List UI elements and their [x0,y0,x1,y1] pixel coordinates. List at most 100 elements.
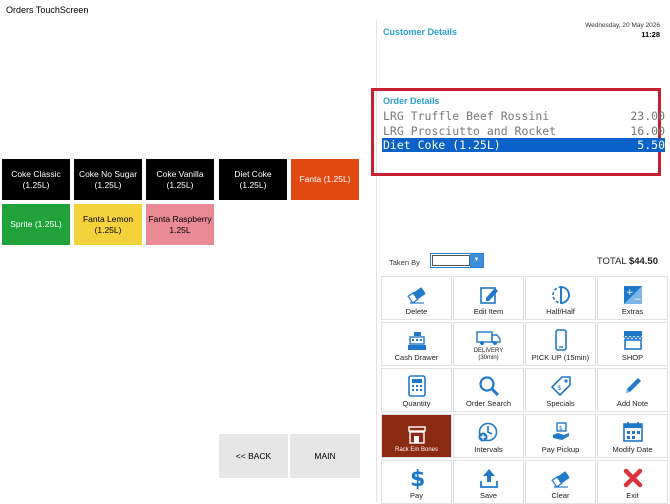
rack-em-bones-label: Rack Em Bones [394,447,439,453]
svg-text:−: − [634,295,642,305]
product-name: Fanta Lemon [82,213,134,224]
delete-label: Delete [405,307,428,316]
half-half-label: Half/Half [546,307,575,316]
product-name: Coke Classic [11,168,61,179]
dollar-icon: $ [410,467,425,489]
shop-icon [622,331,643,350]
order-total: TOTAL $44.50 [597,256,658,267]
intervals-button[interactable]: Intervals [453,414,524,458]
edit-item-label: Edit Item [473,307,504,316]
calendar-icon [622,422,643,442]
edit-item-button[interactable]: Edit Item [453,276,524,320]
specials-button[interactable]: $ Specials [525,368,596,412]
product-name: Fanta Raspberry [148,213,212,224]
current-time: 11:28 [641,30,660,39]
item-price: 5.50 [637,138,665,152]
shop-label: SHOP [621,353,644,362]
item-name: LRG Truffle Beef Rossini [383,109,550,123]
svg-text:$: $ [557,384,561,392]
product-diet-coke[interactable]: Diet Coke (1.25L) [218,158,288,201]
taken-by-select[interactable]: ▼ [430,253,484,268]
chevron-down-icon: ▼ [470,254,483,267]
plus-minus-icon: +− [623,286,642,305]
taken-by-label: Taken By [389,258,420,267]
product-fanta[interactable]: Fanta (1.25L) [290,158,360,201]
order-line-item[interactable]: LRG Truffle Beef Rossini 23.00 [382,109,665,123]
product-size: (1.25L) [94,224,122,235]
cash-register-icon [407,332,426,350]
customer-details-title: Customer Details [383,27,458,37]
svg-text:$: $ [410,467,425,489]
product-name: Coke Vanilla [156,168,204,179]
product-panel: Coke Classic (1.25L) Coke No Sugar (1.25… [0,20,376,502]
delivery-sub-label: (30min) [478,355,499,361]
shop-button[interactable]: SHOP [597,322,668,366]
product-name: Sprite (1.25L) [10,219,62,229]
phone-icon [554,329,567,351]
pay-label: Pay [410,491,423,500]
save-button[interactable]: Save [453,460,524,504]
quantity-button[interactable]: Quantity [381,368,452,412]
product-coke-classic[interactable]: Coke Classic (1.25L) [1,158,71,201]
clear-label: Clear [551,491,570,500]
product-name: Coke No Sugar [78,168,138,179]
product-name: Fanta (1.25L) [299,174,351,184]
main-button[interactable]: MAIN [290,434,360,478]
add-note-label: Add Note [616,399,649,408]
pay-pickup-button[interactable]: $ Pay Pickup [525,414,596,458]
window-title: Orders TouchScreen [0,0,670,20]
order-line-item-selected[interactable]: Diet Coke (1.25L) 5.50 [382,138,665,152]
total-value: $44.50 [628,256,658,267]
svg-text:$: $ [559,425,563,432]
tag-icon: $ [550,376,571,397]
clear-button[interactable]: Clear [525,460,596,504]
order-line-item[interactable]: LRG Prosciutto and Rocket 16.00 [382,124,665,138]
product-coke-vanilla[interactable]: Coke Vanilla (1.25L) [145,158,215,201]
half-circle-icon [551,286,570,304]
cash-drawer-button[interactable]: Cash Drawer [381,322,452,366]
product-size: (1.25L) [94,179,122,190]
pick-up-button[interactable]: PICK UP (15min) [525,322,596,366]
order-search-label: Order Search [465,399,512,408]
delivery-button[interactable]: DELIVERY (30min) [453,322,524,366]
svg-text:+: + [626,288,634,298]
store-icon [407,426,426,444]
current-date: Wednesday, 20 May 2026 [585,22,660,29]
exit-label: Exit [626,491,639,500]
upload-icon [479,469,498,488]
order-search-button[interactable]: Order Search [453,368,524,412]
clock-plus-icon [478,422,497,442]
product-fanta-raspberry[interactable]: Fanta Raspberry 1.25L [145,203,215,246]
pay-button[interactable]: $ Pay [381,460,452,504]
function-grid: Delete Edit Item Half/Half + − Extras Cas… [381,276,670,504]
item-price: 23.00 [630,109,665,123]
pick-up-label: PICK UP (15min) [531,353,590,362]
delete-button[interactable]: Delete [381,276,452,320]
half-half-button[interactable]: Half/Half [525,276,596,320]
pencil-icon [625,378,641,393]
product-coke-no-sugar[interactable]: Coke No Sugar (1.25L) [73,158,143,201]
add-note-button[interactable]: Add Note [597,368,668,412]
rack-em-bones-button[interactable]: Rack Em Bones [381,414,452,458]
save-label: Save [479,491,498,500]
eraser-icon [550,471,569,488]
extras-button[interactable]: + − Extras [597,276,668,320]
product-sprite[interactable]: Sprite (1.25L) [1,203,71,246]
exit-button[interactable]: Exit [597,460,668,504]
back-button[interactable]: << BACK [219,434,288,478]
eraser-icon [406,287,425,304]
modify-date-button[interactable]: Modify Date [597,414,668,458]
product-name: Diet Coke [234,168,272,179]
order-details-title: Order Details [383,96,440,106]
total-label: TOTAL [596,256,627,267]
item-name: Diet Coke (1.25L) [383,138,501,152]
product-size: (1.25L) [239,179,267,190]
calculator-icon [407,375,426,397]
delivery-label: DELIVERY [473,348,504,354]
product-size: (1.25L) [22,179,50,190]
specials-label: Specials [546,399,575,408]
quantity-label: Quantity [402,399,431,408]
product-fanta-lemon[interactable]: Fanta Lemon (1.25L) [73,203,143,246]
product-size: 1.25L [169,224,191,235]
hand-money-icon: $ [552,422,569,440]
